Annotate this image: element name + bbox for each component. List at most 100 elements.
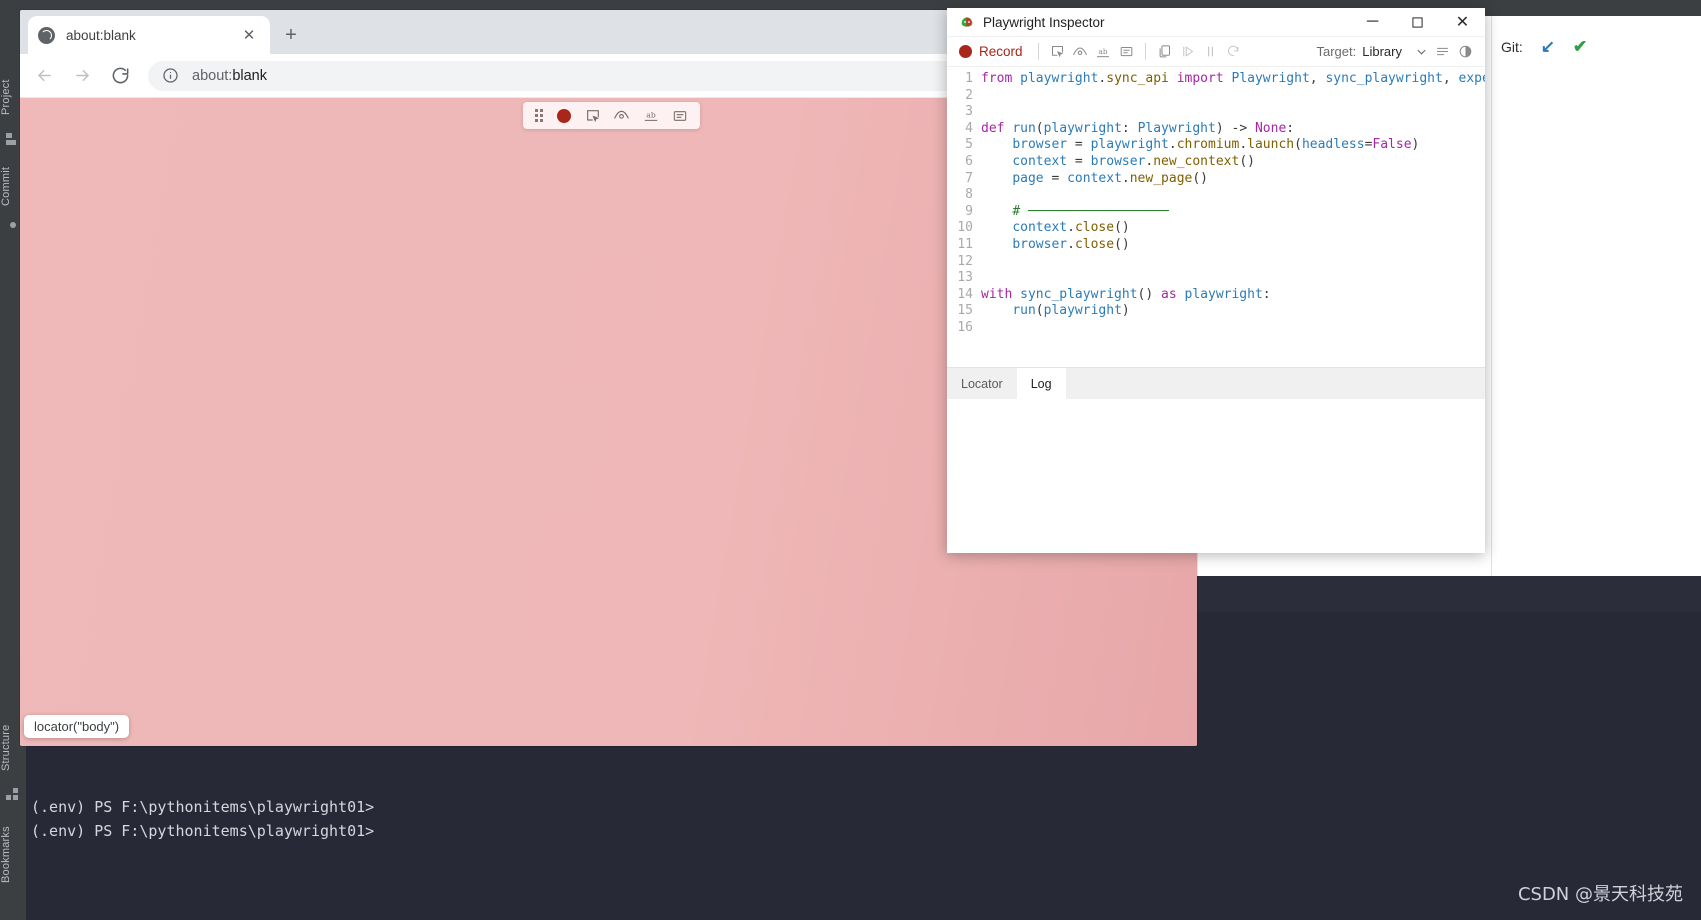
minimize-icon[interactable]: ─ (1350, 8, 1395, 37)
globe-icon (38, 26, 55, 44)
assert-value-icon[interactable] (1115, 40, 1138, 63)
maximize-icon[interactable] (1395, 8, 1440, 37)
code-line-text: context = browser.new_context() (1012, 153, 1255, 169)
line-number: 16 (957, 319, 973, 335)
forward-button[interactable] (66, 60, 98, 92)
code-line: 16 (947, 320, 1485, 337)
assert-text-icon[interactable]: ab (636, 104, 665, 127)
line-number: 12 (957, 253, 973, 269)
git-commit-check-icon[interactable]: ✔ (1573, 37, 1587, 57)
line-number: 3 (965, 104, 973, 120)
code-line: 9 # ────────────────── (947, 204, 1485, 221)
line-number: 11 (957, 236, 973, 252)
code-line: 3 (947, 104, 1485, 121)
pick-locator-icon[interactable] (578, 104, 607, 127)
code-line: 2 (947, 88, 1485, 105)
ide-right-panel (1491, 16, 1701, 576)
target-selector[interactable]: Target: Library (1317, 44, 1428, 59)
info-circle-icon[interactable] (162, 67, 180, 85)
code-line-text: with sync_playwright() as playwright: (981, 286, 1271, 302)
tab-log[interactable]: Log (1016, 368, 1066, 399)
theme-toggle-icon[interactable] (1454, 40, 1477, 63)
line-number: 10 (957, 220, 973, 236)
record-icon (556, 108, 571, 123)
locator-tooltip: locator("body") (24, 715, 130, 738)
terminal-line: (.env) PS F:\pythonitems\playwright01> (31, 822, 375, 840)
ide-dark-band-lower (1196, 612, 1701, 746)
ide-git-toolbar: Git: ↙ ✔ (1491, 30, 1701, 64)
target-value: Library (1362, 44, 1402, 59)
list-view-icon[interactable] (1431, 40, 1454, 63)
line-number: 4 (965, 120, 973, 136)
code-line-text: browser.close() (1012, 236, 1130, 252)
tab-locator[interactable]: Locator (947, 368, 1017, 399)
code-line-text: context.close() (1012, 220, 1130, 236)
browser-tab[interactable]: about:blank ✕ (28, 16, 270, 54)
sidebar-item-bookmarks[interactable]: Bookmarks (0, 812, 26, 898)
project-icon (6, 132, 20, 146)
code-line: 12 (947, 254, 1485, 271)
target-label: Target: (1316, 44, 1357, 59)
code-line: 4 def run(playwright: Playwright) -> None… (947, 121, 1485, 138)
record-label: Record (979, 44, 1023, 59)
reload-button[interactable] (104, 60, 136, 92)
toolbar-divider (1037, 43, 1039, 60)
code-line: 1 from playwright.sync_api import Playwri… (947, 71, 1485, 88)
line-number: 5 (965, 137, 973, 153)
url-path: blank (232, 67, 267, 84)
code-line: 8 (947, 187, 1485, 204)
code-line: 15 run(playwright) (947, 303, 1485, 320)
chevron-down-icon[interactable] (1416, 46, 1427, 57)
ide-dark-band-upper (1196, 576, 1701, 612)
pick-locator-icon[interactable] (1046, 40, 1069, 63)
code-line-text: browser = playwright.chromium.launch(hea… (1012, 137, 1420, 153)
terminal-panel[interactable]: (.env) PS F:\pythonitems\playwright01> (… (26, 746, 1701, 920)
code-line-text: page = context.new_page() (1012, 170, 1209, 186)
code-line-text: from playwright.sync_api import Playwrig… (981, 71, 1485, 86)
drag-handle-icon[interactable] (529, 104, 549, 127)
new-tab-button[interactable]: + (278, 22, 304, 48)
playwright-logo-icon (959, 14, 975, 30)
inspector-toolbar: Record ab Target: Library (947, 37, 1485, 67)
inspector-titlebar[interactable]: Playwright Inspector ─ ✕ (947, 8, 1485, 37)
address-bar-url: about:blank (192, 68, 267, 84)
code-line-text: run(playwright) (1012, 303, 1130, 319)
assert-visibility-icon[interactable] (607, 104, 636, 127)
assert-visibility-icon[interactable] (1069, 40, 1092, 63)
code-line: 14 with sync_playwright() as playwright: (947, 287, 1485, 304)
close-icon[interactable]: ✕ (1440, 8, 1485, 37)
code-line: 10 context.close() (947, 220, 1485, 237)
structure-icon (6, 788, 20, 802)
git-update-icon[interactable]: ↙ (1541, 37, 1555, 57)
code-line: 7 page = context.new_page() (947, 171, 1485, 188)
assert-value-icon[interactable] (665, 104, 694, 127)
line-number: 15 (957, 303, 973, 319)
terminal-line: (.env) PS F:\pythonitems\playwright01> (31, 798, 375, 816)
back-button[interactable] (28, 60, 60, 92)
step-over-icon[interactable] (1222, 40, 1245, 63)
url-scheme: about: (192, 67, 233, 84)
line-number: 13 (957, 270, 973, 286)
playwright-inspector-window: Playwright Inspector ─ ✕ Record ab Targe… (947, 8, 1485, 553)
record-icon (959, 45, 972, 58)
code-line-text: # ────────────────── (1012, 203, 1169, 219)
svg-text:ab: ab (1099, 47, 1108, 56)
record-button[interactable] (549, 104, 578, 127)
assert-text-icon[interactable]: ab (1092, 40, 1115, 63)
line-number: 9 (965, 203, 973, 219)
line-number: 1 (965, 71, 973, 86)
inspector-code-editor[interactable]: 1 from playwright.sync_api import Playwri… (947, 67, 1485, 367)
close-icon[interactable]: ✕ (238, 24, 260, 46)
inspector-window-title: Playwright Inspector (983, 14, 1105, 30)
resume-icon[interactable] (1176, 40, 1199, 63)
toolbar-divider (1144, 43, 1146, 60)
record-button[interactable]: Record (955, 40, 1031, 64)
svg-text:ab: ab (646, 111, 656, 120)
copy-icon[interactable] (1153, 40, 1176, 63)
pause-icon[interactable] (1199, 40, 1222, 63)
